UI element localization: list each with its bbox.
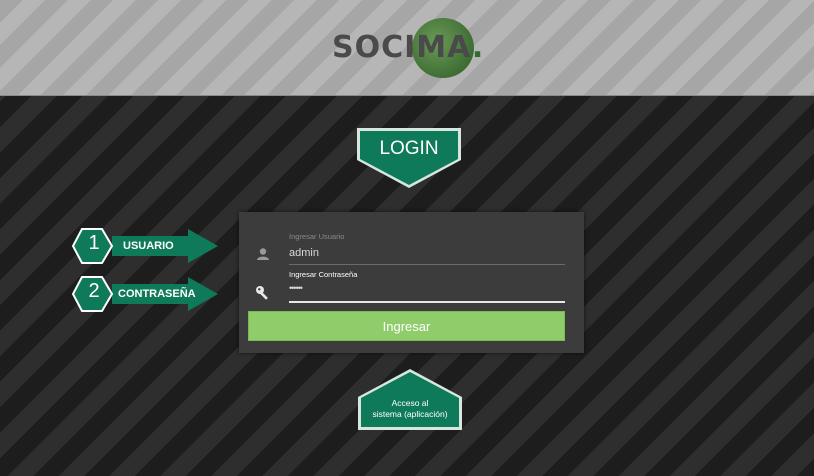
- ingresar-button-label: Ingresar: [382, 318, 431, 334]
- username-underline: [289, 264, 565, 265]
- password-field-label: Ingresar Contraseña: [289, 270, 358, 279]
- logo-dot: .: [471, 30, 485, 65]
- access-caption-line1: Acceso al: [391, 398, 429, 408]
- password-underline: [289, 301, 565, 303]
- access-caption: Acceso al sistema (aplicación): [358, 398, 462, 420]
- header-bar: SOCIMA.: [0, 0, 814, 96]
- step-1-number: 1: [88, 232, 100, 254]
- key-icon: [256, 286, 268, 300]
- access-caption-line2: sistema (aplicación): [372, 409, 448, 419]
- step-2-number: 2: [88, 280, 100, 302]
- logo: SOCIMA.: [332, 30, 484, 65]
- logo-text: SOCIMA: [332, 30, 472, 65]
- step-2-label: CONTRASEÑA: [118, 288, 196, 300]
- password-input[interactable]: ••••••: [289, 283, 303, 293]
- user-field-label: Ingresar Usuario: [289, 232, 345, 241]
- login-title: LOGIN: [379, 138, 439, 159]
- username-input[interactable]: admin: [289, 247, 319, 259]
- user-icon: [257, 248, 269, 260]
- ingresar-button[interactable]: Ingresar: [248, 311, 565, 341]
- step-1-label: USUARIO: [123, 240, 174, 252]
